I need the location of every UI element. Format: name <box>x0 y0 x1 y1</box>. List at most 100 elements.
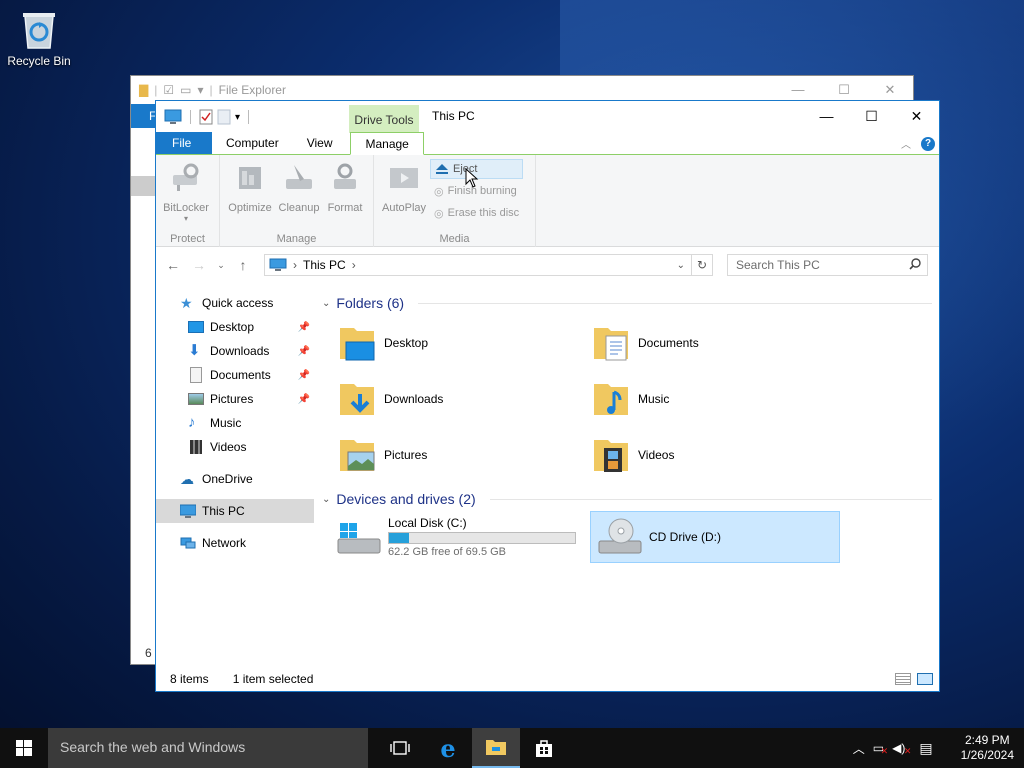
show-hidden-icons-icon[interactable]: ︿ <box>853 740 865 757</box>
item-count: 8 items <box>170 672 209 686</box>
videos-folder-icon <box>594 440 628 472</box>
nav-music[interactable]: ♪ Music <box>156 411 314 435</box>
minimize-ribbon-icon[interactable]: ︿ <box>901 136 911 151</box>
drive-c-name: Local Disk (C:) <box>388 516 467 530</box>
details-view-icon[interactable] <box>895 673 911 685</box>
this-pc-icon <box>180 504 196 518</box>
forward-button[interactable]: → <box>190 257 208 273</box>
nav-downloads[interactable]: ⬇ Downloads 📌 <box>156 339 314 363</box>
pin-icon[interactable]: 📌 <box>298 370 310 381</box>
store-icon <box>536 740 552 757</box>
tab-view[interactable]: View <box>293 132 347 154</box>
edge-button[interactable]: e <box>424 728 472 768</box>
nav-this-pc[interactable]: This PC <box>156 499 314 523</box>
up-button[interactable]: ↑ <box>234 257 252 273</box>
format-icon <box>334 163 356 189</box>
downloads-folder-icon <box>340 384 374 415</box>
mouse-cursor-icon <box>465 168 479 188</box>
devices-group-header[interactable]: ⌄ Devices and drives (2) <box>320 487 932 511</box>
breadcrumb-this-pc[interactable]: This PC <box>303 258 346 272</box>
tab-manage[interactable]: Manage <box>350 132 424 155</box>
background-file-tab[interactable]: F <box>131 104 157 128</box>
nav-pictures[interactable]: Pictures 📌 <box>156 387 314 411</box>
pictures-icon <box>188 393 204 405</box>
chevron-down-icon: ⌄ <box>322 493 331 505</box>
minimize-button[interactable]: — <box>775 82 821 98</box>
taskbar-search-input[interactable]: Search the web and Windows <box>48 728 368 768</box>
pictures-folder-icon <box>340 440 375 471</box>
documents-folder-icon <box>594 328 628 361</box>
selection-count: 1 item selected <box>232 672 314 686</box>
tab-file[interactable]: File <box>156 132 212 154</box>
network-status-icon[interactable]: ▭ ✕ <box>873 741 888 756</box>
action-center-icon[interactable]: ▤ <box>919 740 932 757</box>
properties-icon[interactable] <box>199 109 213 125</box>
pin-icon[interactable]: 📌 <box>298 346 310 357</box>
help-icon[interactable]: ? <box>921 136 935 151</box>
large-icons-view-icon[interactable] <box>917 673 933 685</box>
ribbon-group-protect: BitLocker ▾ Protect <box>156 155 220 247</box>
volume-icon[interactable]: ◀) ✕ <box>892 741 911 756</box>
clock[interactable]: 2:49 PM 1/26/2024 <box>961 733 1014 763</box>
navigation-pane: ★ Quick access Desktop 📌 ⬇ Downloads 📌 D… <box>156 291 314 555</box>
recycle-bin-icon <box>19 8 59 50</box>
nav-videos[interactable]: Videos <box>156 435 314 459</box>
drive-c-free-space: 62.2 GB free of 69.5 GB <box>388 546 507 558</box>
drive-local-disk-c[interactable]: Local Disk (C:) 62.2 GB free of 69.5 GB <box>336 511 582 563</box>
close-button[interactable]: ✕ <box>867 82 913 98</box>
optimize-icon <box>239 167 261 189</box>
file-explorer-window[interactable]: ▾ Drive Tools This PC — ☐ ✕ File Compute… <box>155 100 940 692</box>
maximize-button[interactable]: ☐ <box>821 82 867 98</box>
customize-qat-icon[interactable]: ▾ <box>235 112 240 123</box>
file-explorer-taskbar-button[interactable] <box>472 728 520 768</box>
maximize-button[interactable]: ☐ <box>849 101 894 131</box>
task-view-button[interactable] <box>376 728 424 768</box>
store-button[interactable] <box>520 728 568 768</box>
group-label-manage: Manage <box>276 233 317 245</box>
content-pane: ⌄ Folders (6) Desktop Documents Download… <box>320 291 932 563</box>
ribbon: BitLocker ▾ Protect Optimize Cleanup For… <box>156 155 939 247</box>
group-label-protect: Protect <box>170 233 205 245</box>
folder-documents[interactable]: Documents <box>590 315 844 371</box>
background-nav-selection <box>131 176 157 196</box>
nav-desktop[interactable]: Desktop 📌 <box>156 315 314 339</box>
close-button[interactable]: ✕ <box>894 101 939 131</box>
new-folder-icon[interactable] <box>217 109 231 125</box>
properties-icon: ☑ <box>163 83 175 97</box>
recent-locations-dropdown[interactable]: ⌄ <box>216 260 226 271</box>
background-window-title: File Explorer <box>218 83 286 97</box>
folders-group-header[interactable]: ⌄ Folders (6) <box>320 291 932 315</box>
nav-quick-access[interactable]: ★ Quick access <box>156 291 314 315</box>
start-button[interactable] <box>0 728 48 768</box>
search-input[interactable]: Search This PC <box>727 254 928 276</box>
address-dropdown-icon[interactable]: ⌄ <box>677 260 685 271</box>
back-button[interactable]: ← <box>164 257 182 273</box>
folder-pictures[interactable]: Pictures <box>336 427 590 483</box>
tab-computer[interactable]: Computer <box>212 132 293 154</box>
nav-network[interactable]: Network <box>156 531 314 555</box>
drive-c-usage-bar <box>388 532 576 544</box>
recycle-bin-desktop-icon[interactable]: Recycle Bin <box>4 8 74 68</box>
folder-music[interactable]: Music <box>590 371 844 427</box>
nav-documents[interactable]: Documents 📌 <box>156 363 314 387</box>
ribbon-tabs: File Computer View Manage ︿ ? <box>156 132 939 155</box>
pin-icon[interactable]: 📌 <box>298 322 310 333</box>
videos-icon <box>190 440 202 454</box>
network-icon <box>180 537 196 549</box>
search-icon <box>909 258 921 273</box>
nav-onedrive[interactable]: ☁ OneDrive <box>156 467 314 491</box>
minimize-button[interactable]: — <box>804 101 849 131</box>
erase-disc-button[interactable]: ◎ Erase this disc <box>430 203 523 223</box>
drive-cd-d[interactable]: CD Drive (D:) <box>590 511 840 563</box>
folder-videos[interactable]: Videos <box>590 427 844 483</box>
refresh-button[interactable]: ↻ <box>691 254 713 276</box>
breadcrumb-separator[interactable]: › <box>352 258 356 272</box>
pin-icon[interactable]: 📌 <box>298 394 310 405</box>
address-bar[interactable]: › This PC › ⌄ ↻ <box>264 254 713 276</box>
bitlocker-icon <box>173 163 199 191</box>
breadcrumb-separator[interactable]: › <box>293 258 297 272</box>
folder-downloads[interactable]: Downloads <box>336 371 590 427</box>
folder-desktop[interactable]: Desktop <box>336 315 590 371</box>
cloud-icon: ☁ <box>180 471 194 487</box>
ribbon-group-manage: Optimize Cleanup Format Manage <box>220 155 374 247</box>
